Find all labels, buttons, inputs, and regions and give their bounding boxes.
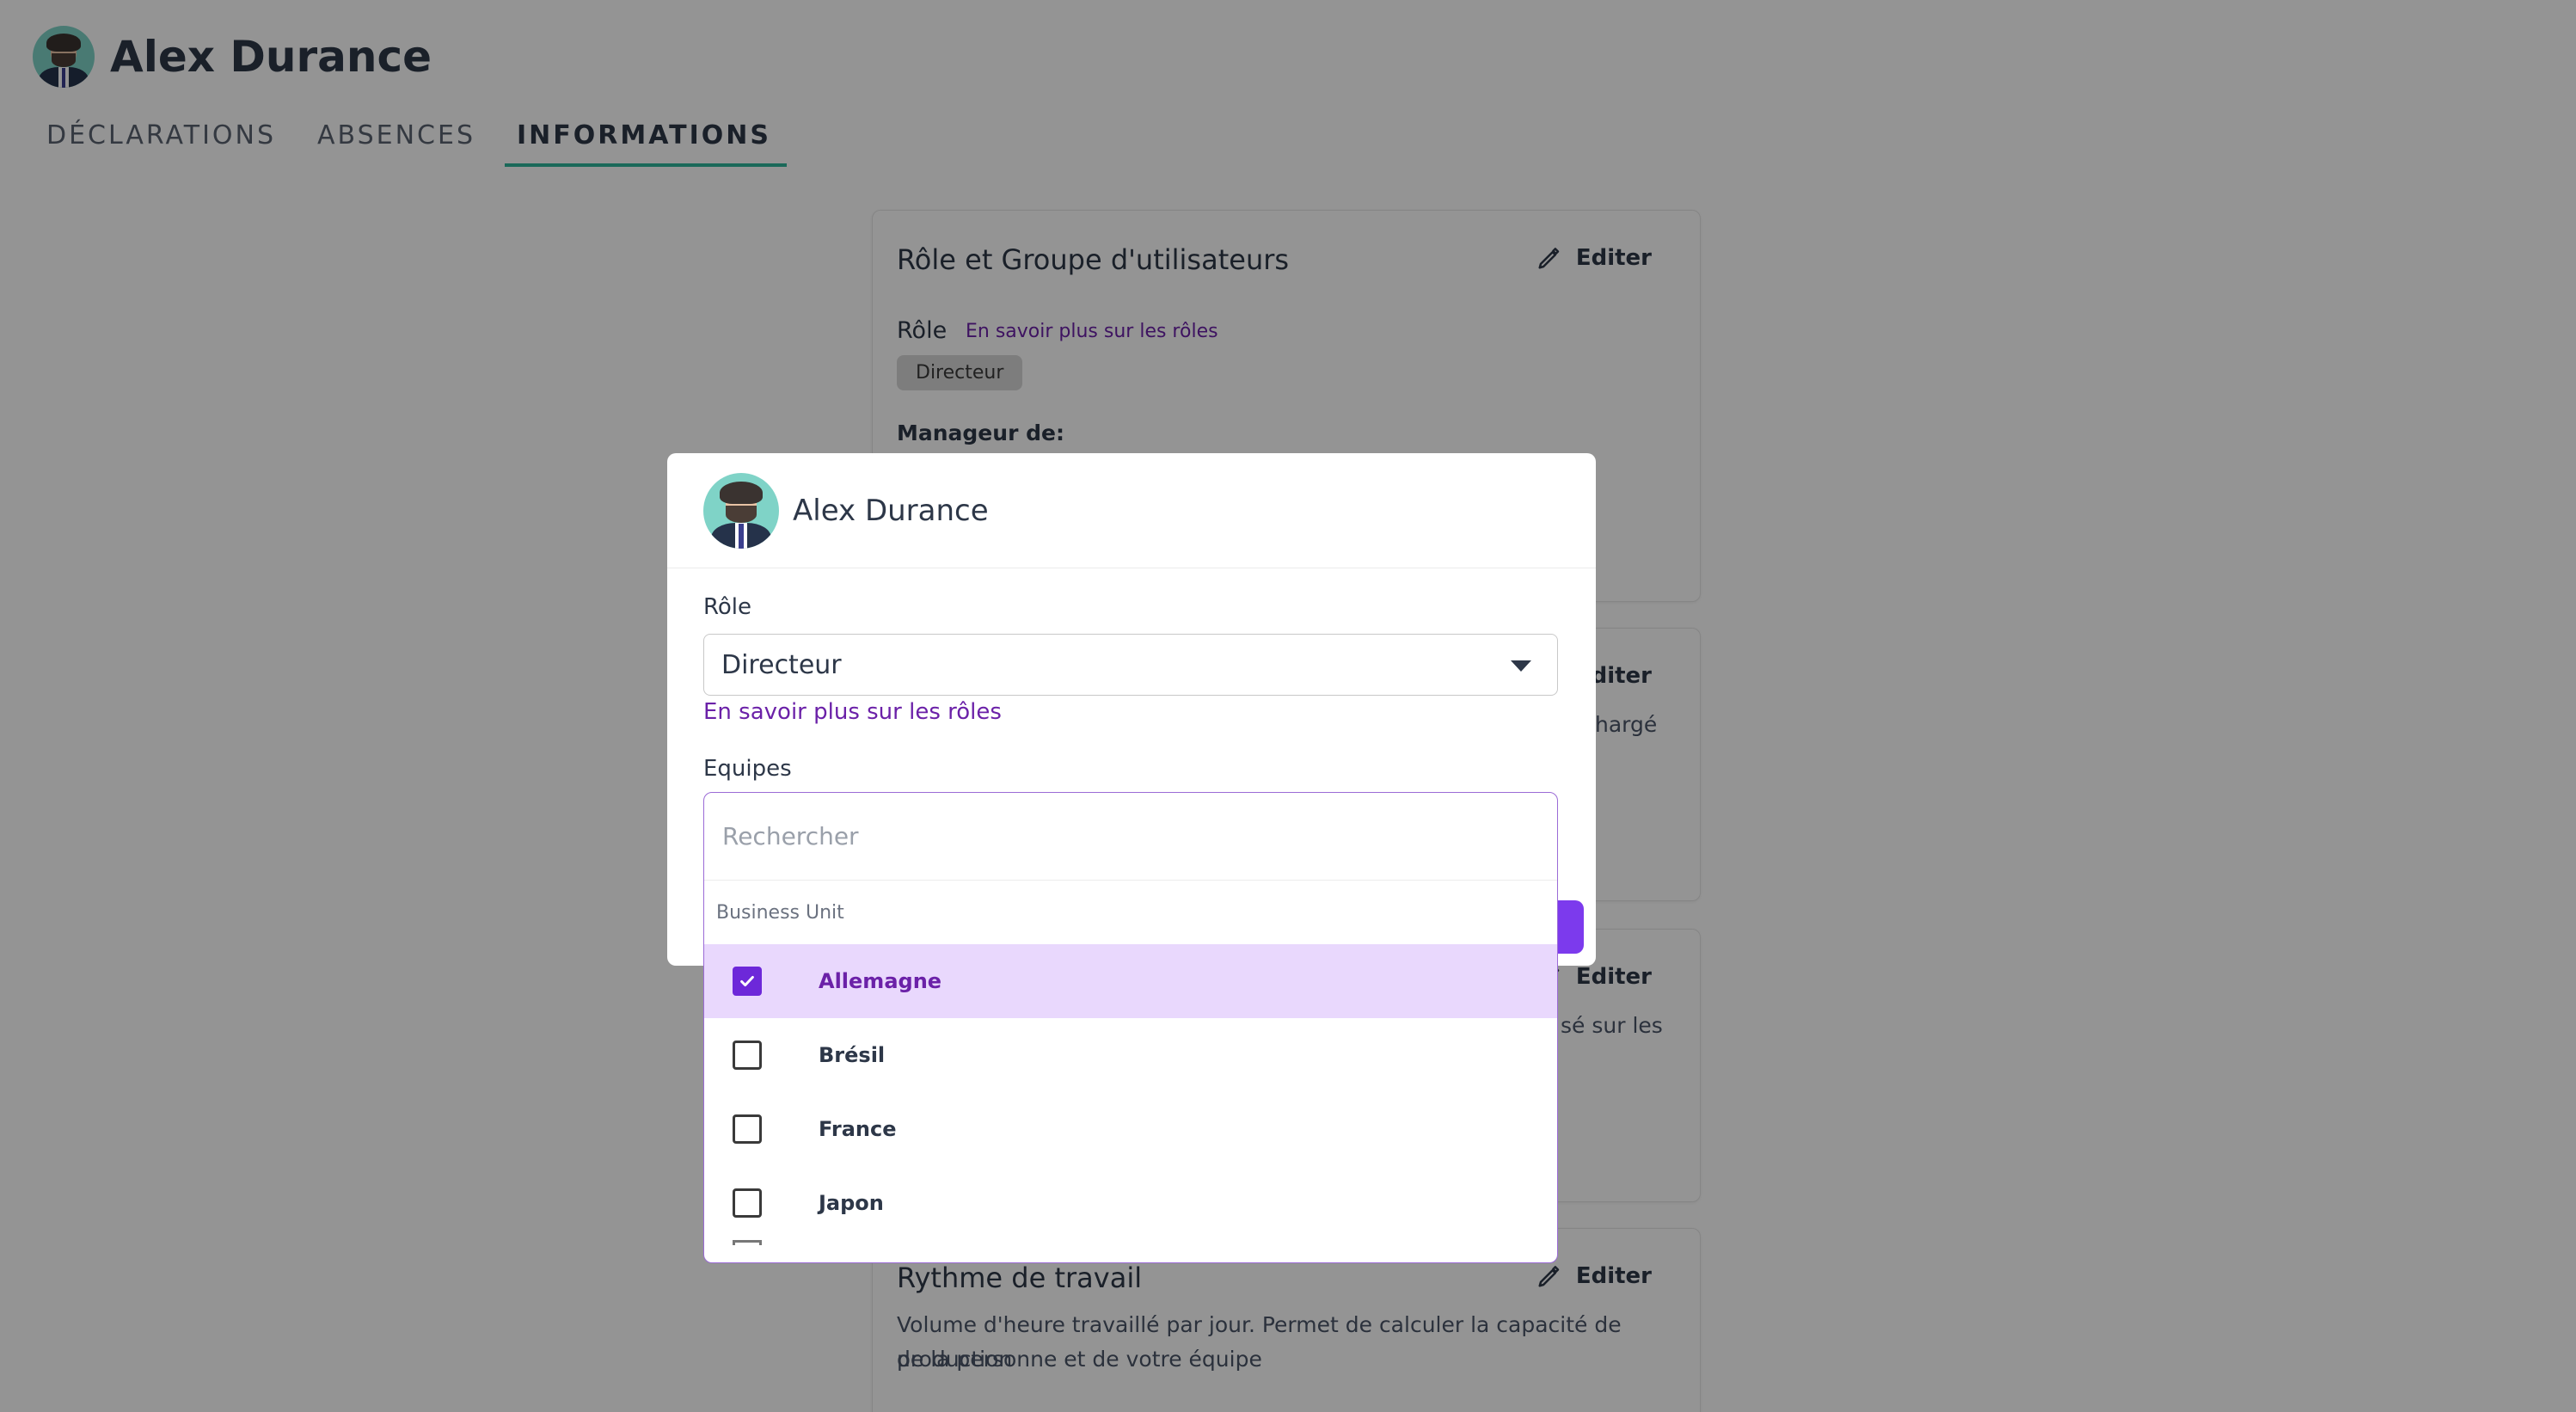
team-option-japon[interactable]: Japon <box>704 1166 1557 1240</box>
avatar <box>703 472 779 549</box>
caret-down-icon <box>1511 660 1531 672</box>
team-option-bresil[interactable]: Brésil <box>704 1018 1557 1092</box>
group-header: Business Unit <box>716 901 844 924</box>
team-option-label: Brésil <box>819 1043 886 1067</box>
team-option-allemagne[interactable]: Allemagne <box>704 944 1557 1018</box>
check-icon <box>740 975 754 987</box>
checkbox[interactable] <box>733 1188 762 1218</box>
team-option-label: Japon <box>819 1191 884 1215</box>
team-option-label: France <box>819 1117 897 1141</box>
modal-header: Alex Durance <box>667 453 1596 568</box>
teams-dropdown: Business Unit Allemagne Brésil France Ja… <box>703 792 1558 1263</box>
checkbox-checked[interactable] <box>733 967 762 996</box>
team-option-france[interactable]: France <box>704 1092 1557 1166</box>
teams-search-input[interactable] <box>722 822 1474 850</box>
list-item-partial <box>704 1240 1557 1257</box>
role-field-label: Rôle <box>703 594 752 620</box>
team-option-label: Allemagne <box>819 969 942 993</box>
role-select[interactable]: Directeur <box>703 634 1558 696</box>
teams-search <box>704 793 1557 881</box>
teams-field-label: Equipes <box>703 756 792 782</box>
roles-info-link[interactable]: En savoir plus sur les rôles <box>703 699 1002 725</box>
checkbox[interactable] <box>733 1041 762 1070</box>
checkbox[interactable] <box>733 1114 762 1144</box>
modal-user-name: Alex Durance <box>793 493 989 528</box>
role-select-value: Directeur <box>721 649 842 680</box>
